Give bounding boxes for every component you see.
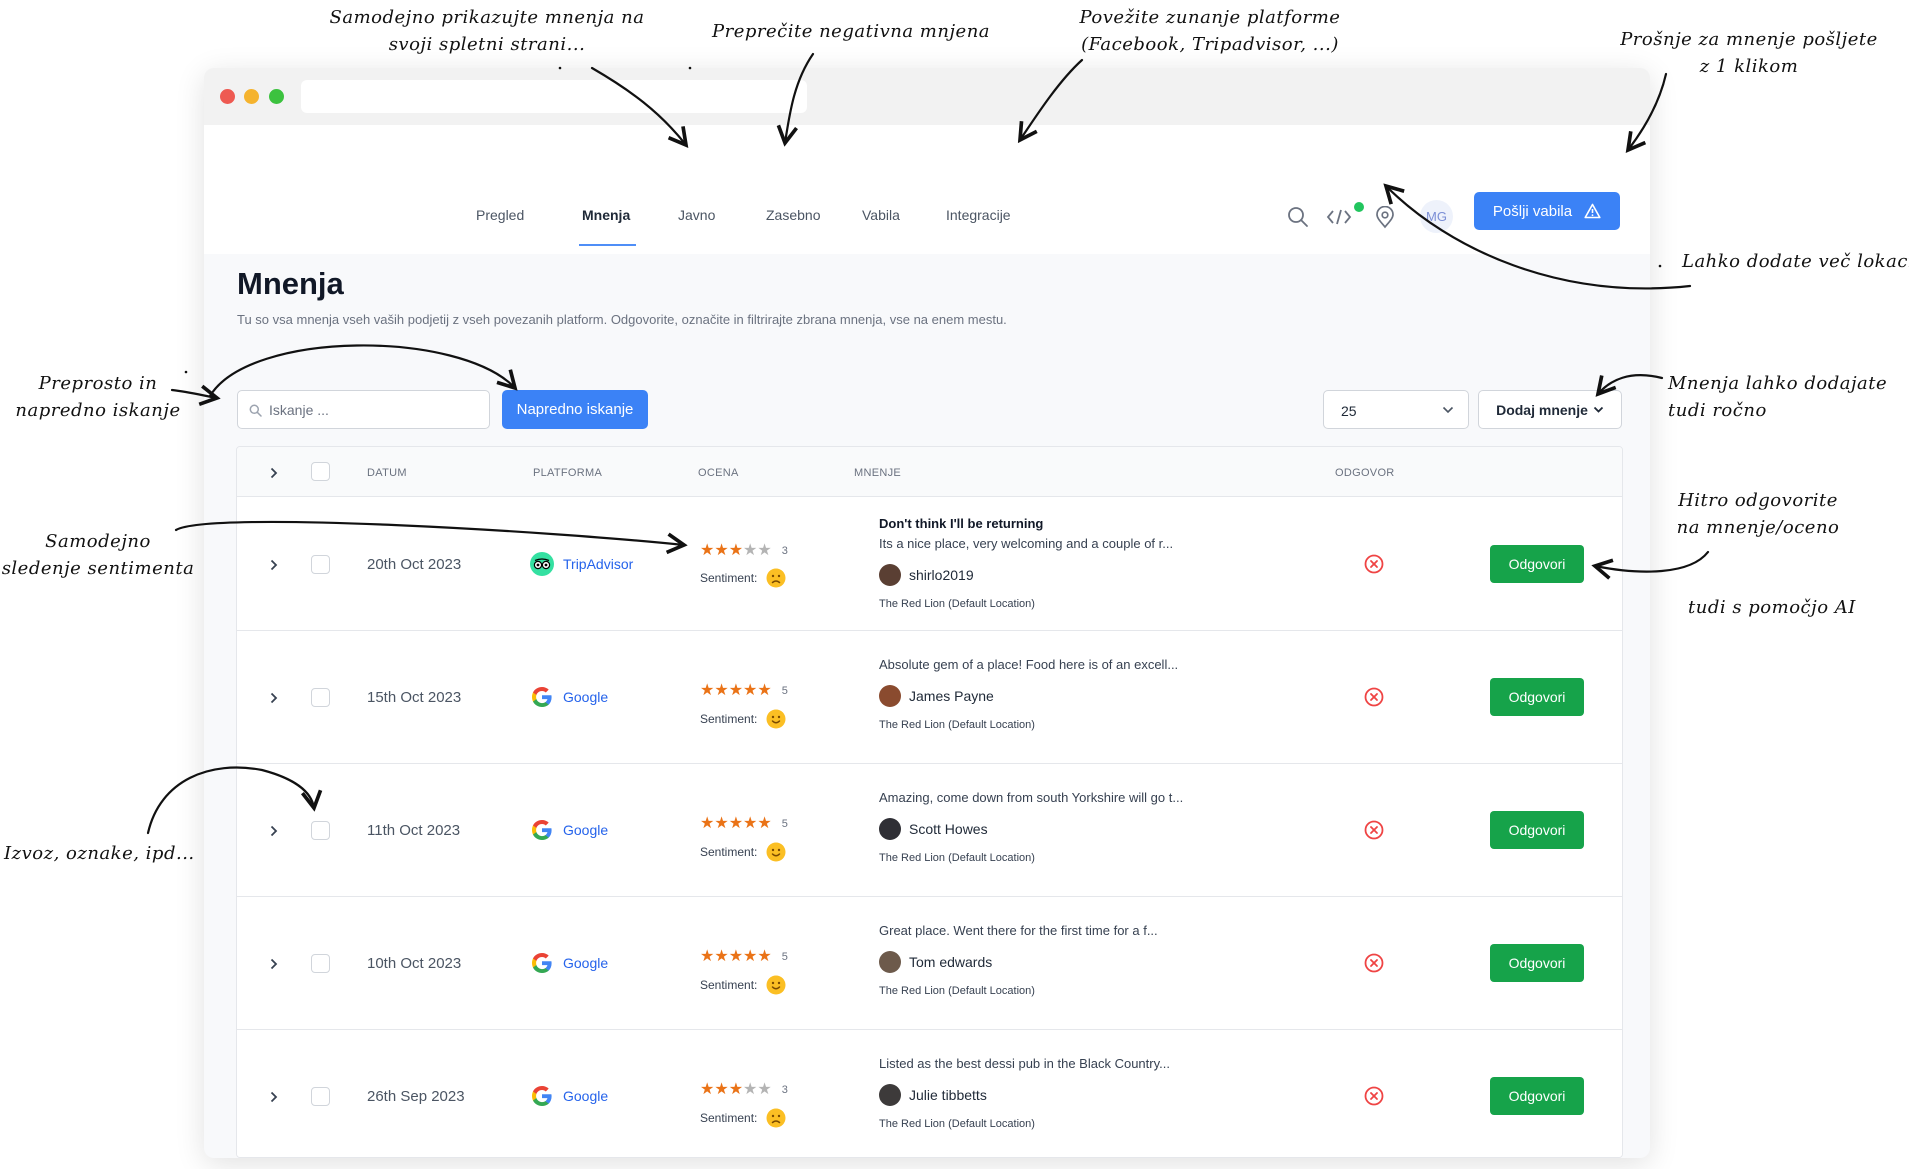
arrow-to-send-invites	[1628, 72, 1668, 150]
arrow-to-javno-tab	[590, 66, 686, 145]
annotation-arrows	[146, 52, 1710, 835]
annotation-dot	[688, 66, 692, 70]
arrow-to-sentiment	[174, 520, 684, 545]
arrow-to-row-checkbox	[146, 766, 314, 835]
arrow-to-reply-button	[1595, 550, 1710, 572]
arrow-to-location-icon	[1386, 186, 1692, 290]
arrow-to-zasebno-tab	[785, 52, 815, 143]
annotation-dot	[1658, 264, 1662, 268]
arrow-to-add-review	[1598, 374, 1664, 394]
annotation-dot	[558, 66, 562, 70]
annotation-dot	[184, 370, 188, 374]
arrow-to-integracije-tab	[1020, 58, 1084, 140]
arrow-to-advanced-search	[208, 344, 515, 398]
